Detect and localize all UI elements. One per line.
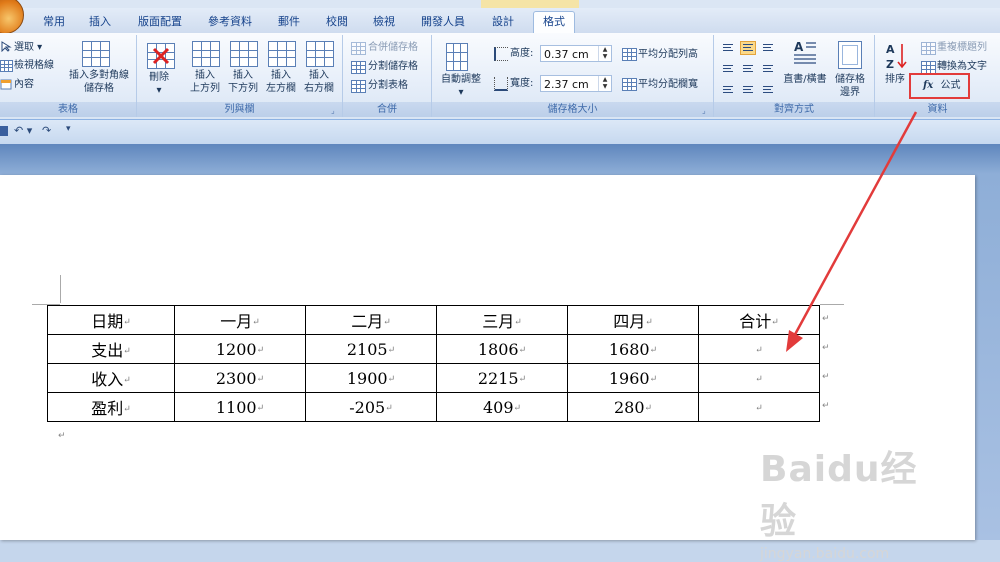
baidu-watermark: Baidu经验 jingyan.baidu.com (760, 449, 918, 562)
